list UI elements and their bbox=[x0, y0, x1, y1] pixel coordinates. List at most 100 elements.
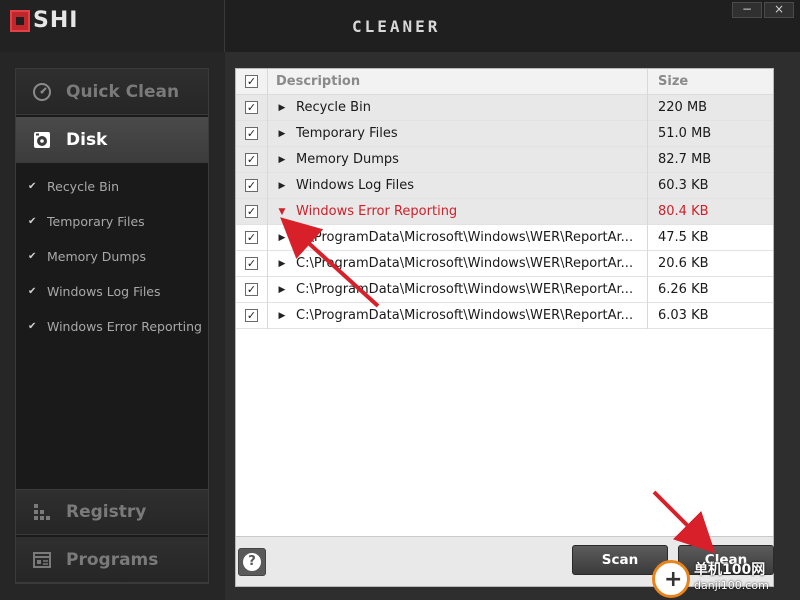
expand-arrow-icon[interactable]: ▶ bbox=[268, 233, 296, 243]
row-checkbox[interactable]: ✓ bbox=[245, 178, 258, 192]
check-icon[interactable]: ✔ bbox=[28, 216, 38, 227]
logo-o-mark bbox=[10, 10, 30, 32]
row-checkbox[interactable]: ✓ bbox=[245, 100, 258, 114]
tab-quick-clean-label: Quick Clean bbox=[66, 81, 180, 102]
disk-item-windows-log-files[interactable]: ✔ Windows Log Files bbox=[16, 274, 208, 309]
minimize-button[interactable]: − bbox=[732, 2, 762, 18]
row-checkbox[interactable]: ✓ bbox=[245, 282, 258, 296]
close-button[interactable]: × bbox=[764, 2, 794, 18]
column-header-size[interactable]: Size bbox=[647, 68, 773, 95]
expand-arrow-icon[interactable]: ▶ bbox=[268, 103, 296, 113]
row-size: 220 MB bbox=[647, 94, 773, 121]
content-area: ✓ Description Size ✓ ▶ Recycle Bin 220 M… bbox=[235, 68, 774, 587]
disk-item-label: Memory Dumps bbox=[47, 249, 146, 264]
expand-arrow-icon[interactable]: ▶ bbox=[268, 285, 296, 295]
row-checkbox[interactable]: ✓ bbox=[245, 308, 258, 322]
check-icon[interactable]: ✔ bbox=[28, 181, 38, 192]
table-row-child[interactable]: ✓ ▶ C:\ProgramData\Microsoft\Windows\WER… bbox=[236, 302, 773, 329]
row-description: Windows Error Reporting bbox=[296, 204, 458, 219]
row-description: C:\ProgramData\Microsoft\Windows\WER\Rep… bbox=[296, 230, 634, 245]
row-check-cell: ✓ bbox=[236, 94, 268, 121]
disk-category-list: ✔ Recycle Bin ✔ Temporary Files ✔ Memory… bbox=[16, 169, 208, 344]
tab-registry-label: Registry bbox=[66, 502, 147, 522]
disk-item-temporary-files[interactable]: ✔ Temporary Files bbox=[16, 204, 208, 239]
window-controls: − × bbox=[732, 2, 794, 18]
help-button[interactable]: ? bbox=[238, 548, 266, 576]
row-size: 82.7 MB bbox=[647, 146, 773, 173]
disk-icon bbox=[32, 130, 52, 150]
row-description: C:\ProgramData\Microsoft\Windows\WER\Rep… bbox=[296, 256, 634, 271]
expand-arrow-icon[interactable]: ▶ bbox=[268, 311, 296, 321]
table-row-expanded[interactable]: ✓ ▼ Windows Error Reporting 80.4 KB bbox=[236, 198, 773, 225]
app-logo: SHI bbox=[10, 10, 78, 32]
table-header: ✓ Description Size bbox=[236, 68, 773, 95]
table-row[interactable]: ✓ ▶ Temporary Files 51.0 MB bbox=[236, 120, 773, 147]
check-icon[interactable]: ✔ bbox=[28, 321, 38, 332]
tab-registry[interactable]: Registry bbox=[16, 489, 208, 535]
row-checkbox[interactable]: ✓ bbox=[245, 204, 258, 218]
row-check-cell: ✓ bbox=[236, 146, 268, 173]
row-description: C:\ProgramData\Microsoft\Windows\WER\Rep… bbox=[296, 282, 634, 297]
tab-programs[interactable]: Programs bbox=[16, 537, 208, 583]
table-row[interactable]: ✓ ▶ Recycle Bin 220 MB bbox=[236, 94, 773, 121]
row-description: Memory Dumps bbox=[296, 152, 399, 167]
expand-arrow-icon[interactable]: ▶ bbox=[268, 129, 296, 139]
logo-text: SHI bbox=[33, 8, 79, 33]
row-check-cell: ✓ bbox=[236, 250, 268, 277]
check-icon[interactable]: ✔ bbox=[28, 286, 38, 297]
sidebar: Quick Clean Disk ✔ Recycle Bin ✔ Tempora… bbox=[15, 68, 209, 584]
disk-item-label: Recycle Bin bbox=[47, 179, 120, 194]
watermark-line2: danji100.com bbox=[694, 579, 769, 592]
expand-arrow-icon[interactable]: ▶ bbox=[268, 181, 296, 191]
disk-item-recycle-bin[interactable]: ✔ Recycle Bin bbox=[16, 169, 208, 204]
tab-disk-label: Disk bbox=[66, 129, 108, 150]
row-size: 51.0 MB bbox=[647, 120, 773, 147]
tab-programs-label: Programs bbox=[66, 549, 159, 570]
disk-item-label: Windows Log Files bbox=[47, 284, 161, 299]
row-checkbox[interactable]: ✓ bbox=[245, 152, 258, 166]
watermark-line1: 单机100网 bbox=[694, 562, 766, 578]
row-checkbox[interactable]: ✓ bbox=[245, 230, 258, 244]
row-check-cell: ✓ bbox=[236, 224, 268, 251]
row-checkbox[interactable]: ✓ bbox=[245, 126, 258, 140]
watermark-text: 单机100网 danji100.com bbox=[694, 562, 769, 594]
collapse-arrow-icon[interactable]: ▼ bbox=[268, 207, 296, 217]
row-checkbox[interactable]: ✓ bbox=[245, 256, 258, 270]
row-check-cell: ✓ bbox=[236, 172, 268, 199]
watermark-logo-icon bbox=[652, 560, 690, 598]
registry-icon bbox=[32, 502, 52, 522]
expand-arrow-icon[interactable]: ▶ bbox=[268, 259, 296, 269]
table-row-child[interactable]: ✓ ▶ C:\ProgramData\Microsoft\Windows\WER… bbox=[236, 276, 773, 303]
app-title: CLEANER bbox=[352, 17, 441, 36]
results-table: ✓ Description Size ✓ ▶ Recycle Bin 220 M… bbox=[236, 68, 773, 537]
table-row-child[interactable]: ✓ ▶ C:\ProgramData\Microsoft\Windows\WER… bbox=[236, 224, 773, 251]
table-row[interactable]: ✓ ▶ Windows Log Files 60.3 KB bbox=[236, 172, 773, 199]
table-row[interactable]: ✓ ▶ Memory Dumps 82.7 MB bbox=[236, 146, 773, 173]
row-description: Windows Log Files bbox=[296, 178, 415, 193]
tab-disk[interactable]: Disk bbox=[16, 117, 208, 163]
row-size: 80.4 KB bbox=[647, 198, 773, 225]
row-description: Recycle Bin bbox=[296, 100, 371, 115]
row-size: 20.6 KB bbox=[647, 250, 773, 277]
app-window: SHI CLEANER − × Quick Clean Disk ✔ Recyc… bbox=[0, 0, 800, 600]
select-all-checkbox[interactable]: ✓ bbox=[245, 74, 258, 88]
table-row-child[interactable]: ✓ ▶ C:\ProgramData\Microsoft\Windows\WER… bbox=[236, 250, 773, 277]
disk-item-memory-dumps[interactable]: ✔ Memory Dumps bbox=[16, 239, 208, 274]
title-bar: SHI CLEANER − × bbox=[0, 0, 800, 52]
programs-icon bbox=[32, 550, 52, 570]
disk-item-windows-error-reporting[interactable]: ✔ Windows Error Reporting bbox=[16, 309, 208, 344]
disk-item-label: Temporary Files bbox=[47, 214, 145, 229]
row-description: Temporary Files bbox=[296, 126, 398, 141]
column-header-description[interactable]: Description bbox=[268, 74, 618, 89]
speedometer-icon bbox=[32, 82, 52, 102]
row-check-cell: ✓ bbox=[236, 198, 268, 225]
main-panel: ✓ Description Size ✓ ▶ Recycle Bin 220 M… bbox=[225, 52, 800, 600]
row-check-cell: ✓ bbox=[236, 120, 268, 147]
help-icon: ? bbox=[243, 553, 261, 571]
expand-arrow-icon[interactable]: ▶ bbox=[268, 155, 296, 165]
check-icon[interactable]: ✔ bbox=[28, 251, 38, 262]
row-size: 6.03 KB bbox=[647, 302, 773, 329]
tab-quick-clean[interactable]: Quick Clean bbox=[16, 69, 208, 115]
select-all-cell: ✓ bbox=[236, 68, 268, 95]
row-size: 60.3 KB bbox=[647, 172, 773, 199]
